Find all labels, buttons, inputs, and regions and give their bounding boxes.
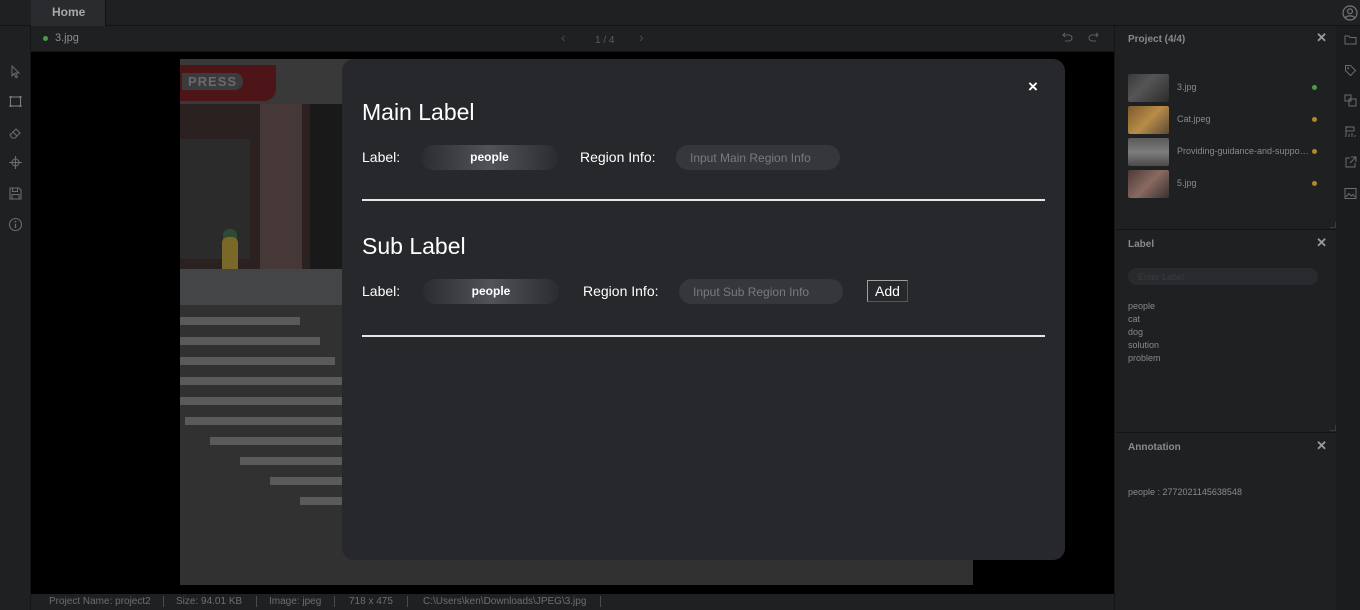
project-file-item[interactable]: 3.jpg — [1128, 74, 1328, 102]
file-thumbnail — [1128, 138, 1169, 166]
main-label-caption: Label: — [362, 149, 401, 165]
project-file-name: 5.jpg — [1177, 178, 1197, 188]
close-icon[interactable]: ✕ — [1316, 438, 1327, 454]
close-icon[interactable]: ✕ — [1316, 30, 1327, 46]
sub-label-select[interactable]: people — [423, 279, 559, 304]
current-file-name: 3.jpg — [55, 32, 79, 44]
crosswalk-stripe — [180, 337, 320, 345]
section-divider — [362, 199, 1045, 201]
status-divider — [256, 596, 257, 607]
annotation-panel: Annotation ✕ people : 2772021145638548 — [1115, 434, 1337, 610]
flag-chart-icon[interactable] — [1344, 125, 1357, 138]
status-image-type: Image: jpeg — [269, 596, 322, 607]
status-project-name: Project Name: project2 — [49, 596, 151, 607]
info-icon[interactable] — [8, 217, 23, 232]
crosswalk-stripe — [210, 437, 350, 445]
sub-region-caption: Region Info: — [583, 283, 659, 299]
image-icon[interactable] — [1344, 187, 1357, 200]
label-list-item[interactable]: cat — [1128, 314, 1140, 324]
label-list-item[interactable]: problem — [1128, 353, 1161, 363]
shop-window — [180, 139, 250, 259]
tag-icon[interactable] — [1344, 64, 1357, 77]
left-toolbar — [0, 26, 31, 610]
right-icon-bar — [1336, 26, 1360, 610]
main-label-select[interactable]: people — [421, 145, 558, 170]
status-divider — [163, 596, 164, 607]
awning: PRESS — [180, 65, 276, 101]
chevron-left-icon[interactable]: ‹ — [561, 29, 566, 45]
project-file-item[interactable]: 5.jpg — [1128, 170, 1328, 198]
page-indicator: 1 / 4 — [595, 35, 615, 46]
top-tab-bar: Home — [0, 0, 1360, 26]
file-status-dot — [1312, 149, 1317, 154]
project-file-name: Providing-guidance-and-support.png — [1177, 146, 1311, 156]
sub-label-title: Sub Label — [362, 233, 466, 259]
add-sub-label-button[interactable]: Add — [867, 280, 908, 302]
crosswalk-stripe — [185, 417, 350, 425]
undo-icon[interactable] — [1060, 31, 1073, 44]
redo-icon[interactable] — [1088, 31, 1101, 44]
crosshair-icon[interactable] — [8, 155, 23, 170]
chevron-right-icon[interactable]: › — [639, 29, 644, 45]
app-window: Home 3.jpg ‹ 1 / 4 › PRESS × Main Label … — [0, 0, 1360, 610]
file-bar: 3.jpg ‹ 1 / 4 › — [31, 26, 1114, 52]
file-status-dot — [1312, 181, 1317, 186]
label-list-item[interactable]: solution — [1128, 340, 1159, 350]
label-panel-title: Label — [1128, 239, 1155, 250]
file-thumbnail — [1128, 74, 1169, 102]
export-icon[interactable] — [1344, 156, 1357, 169]
project-file-name: Cat.jpeg — [1177, 114, 1211, 124]
user-circle-icon[interactable] — [1342, 5, 1358, 21]
project-file-item[interactable]: Cat.jpeg — [1128, 106, 1328, 134]
save-icon[interactable] — [8, 186, 23, 201]
sub-label-caption: Label: — [362, 283, 401, 299]
label-list-item[interactable]: people — [1128, 301, 1155, 311]
select-pointer-icon[interactable] — [8, 64, 23, 79]
rectangle-icon[interactable] — [8, 94, 23, 109]
file-status-dot — [1312, 117, 1317, 122]
main-label-title: Main Label — [362, 99, 475, 125]
file-thumbnail — [1128, 106, 1169, 134]
status-file-size: Size: 94.01 KB — [176, 596, 243, 607]
project-panel-title: Project (4/4) — [1128, 34, 1186, 45]
crosswalk-stripe — [180, 357, 335, 365]
label-panel: Label ✕ people cat dog solution problem — [1115, 231, 1337, 433]
status-file-path: C:\Users\ken\Downloads\JPEG\3.jpg — [423, 596, 587, 607]
label-search-input[interactable] — [1128, 268, 1318, 285]
right-sidebar: Project (4/4) ✕ 3.jpg Cat.jpeg Providing… — [1114, 26, 1337, 610]
eraser-icon[interactable] — [8, 125, 23, 140]
shapes-icon[interactable] — [1344, 94, 1357, 107]
project-file-name: 3.jpg — [1177, 82, 1197, 92]
annotation-list-item[interactable]: people : 2772021145638548 — [1128, 487, 1242, 497]
file-thumbnail — [1128, 170, 1169, 198]
close-icon[interactable]: × — [1025, 77, 1041, 99]
crosswalk-stripe — [180, 317, 300, 325]
label-list-item[interactable]: dog — [1128, 327, 1143, 337]
annotation-panel-title: Annotation — [1128, 442, 1181, 453]
crosswalk-stripe — [240, 457, 350, 465]
crosswalk-stripe — [180, 377, 345, 385]
section-divider — [362, 335, 1045, 337]
brick-pillar — [260, 104, 302, 269]
project-panel: Project (4/4) ✕ 3.jpg Cat.jpeg Providing… — [1115, 26, 1337, 230]
file-status-dot — [43, 36, 48, 41]
project-file-item[interactable]: Providing-guidance-and-support.png — [1128, 138, 1328, 166]
status-divider — [600, 596, 601, 607]
label-dialog: × Main Label Label: people Region Info: … — [342, 59, 1065, 560]
folder-icon[interactable] — [1344, 33, 1357, 46]
file-status-dot — [1312, 85, 1317, 90]
crosswalk-stripe — [270, 477, 350, 485]
status-divider — [334, 596, 335, 607]
status-bar: Project Name: project2 Size: 94.01 KB Im… — [31, 594, 1114, 610]
tab-home[interactable]: Home — [31, 0, 106, 26]
main-region-caption: Region Info: — [580, 149, 656, 165]
close-icon[interactable]: ✕ — [1316, 235, 1327, 251]
status-dimensions: 718 x 475 — [349, 596, 393, 607]
store-sign-text: PRESS — [182, 73, 244, 90]
sub-region-input[interactable] — [679, 279, 843, 304]
crosswalk-stripe — [180, 397, 345, 405]
status-divider — [407, 596, 408, 607]
main-region-input[interactable] — [676, 145, 840, 170]
